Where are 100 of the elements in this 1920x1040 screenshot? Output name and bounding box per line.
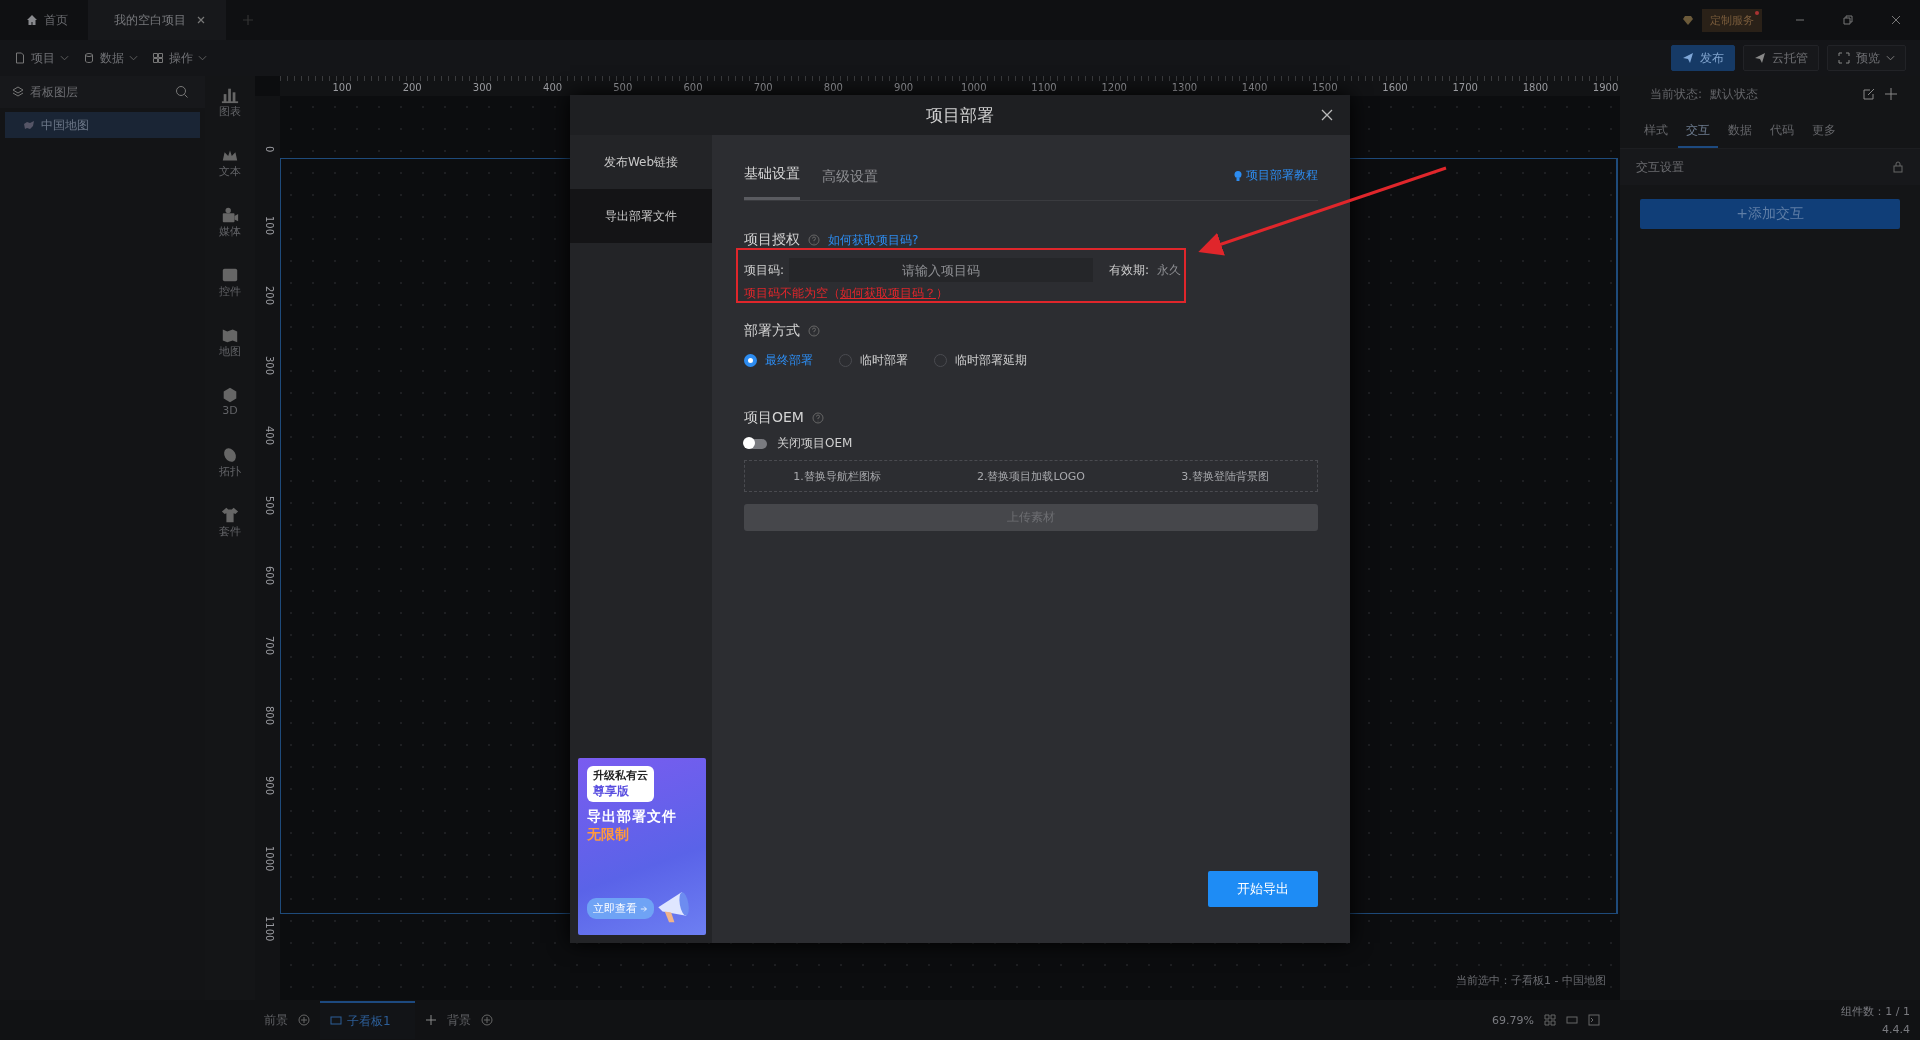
- send-icon: [1682, 52, 1694, 64]
- export-button[interactable]: 开始导出: [1208, 871, 1318, 907]
- close-icon[interactable]: [1890, 14, 1902, 26]
- radio-option[interactable]: 最终部署: [744, 352, 813, 369]
- radio-option[interactable]: 临时部署: [839, 352, 908, 369]
- cube-icon: [221, 386, 239, 404]
- ruler-label: 400: [543, 82, 563, 94]
- ruler-label: 1000: [961, 82, 987, 94]
- promo-highlight: 无限制: [587, 826, 630, 844]
- help-link[interactable]: 如何获取项目码?: [828, 231, 919, 249]
- promo-banner[interactable]: 升级私有云 尊享版 导出部署文件 无限制 立即查看: [578, 758, 706, 935]
- ruler-label: 900: [263, 776, 275, 796]
- ruler-label: 800: [823, 82, 843, 94]
- ruler-label: 200: [263, 286, 275, 306]
- monitor-icon: [330, 1015, 342, 1027]
- promo-text: 尊享版: [593, 783, 630, 800]
- dialog-tab[interactable]: 基础设置: [744, 165, 800, 200]
- component-button[interactable]: 套件: [219, 506, 241, 566]
- ruler-label: 100: [263, 216, 275, 236]
- caret-icon: [1886, 55, 1895, 61]
- menu-button[interactable]: 操作: [152, 49, 207, 67]
- nav-item[interactable]: 导出部署文件: [570, 189, 712, 243]
- ruler-label: 0: [263, 146, 275, 153]
- component-button[interactable]: 图表: [219, 86, 241, 146]
- section-label: 项目授权: [744, 231, 800, 249]
- component-button[interactable]: 地图: [219, 326, 241, 386]
- panel-tab[interactable]: 样式: [1636, 112, 1676, 148]
- search-icon[interactable]: [175, 85, 189, 99]
- ruler-label: 500: [613, 82, 633, 94]
- ruler-label: 100: [332, 82, 352, 94]
- ruler-label: 900: [894, 82, 914, 94]
- add-icon[interactable]: [298, 1014, 310, 1026]
- home-icon: [26, 14, 38, 26]
- section-label: 项目OEM: [744, 409, 804, 427]
- component-button[interactable]: 控件: [219, 266, 241, 326]
- ruler-label: 1500: [1312, 82, 1338, 94]
- toolbar-button[interactable]: 云托管: [1743, 45, 1819, 71]
- ruler-label: 1600: [1382, 82, 1408, 94]
- panel-tab[interactable]: 数据: [1720, 112, 1760, 148]
- switch-label: 关闭项目OEM: [777, 435, 853, 452]
- caret-icon: [60, 55, 69, 61]
- field-label: 有效期:: [1109, 261, 1151, 279]
- component-count: 组件数：1 / 1: [1841, 1004, 1910, 1019]
- state-value: 默认状态: [1710, 85, 1759, 103]
- toolbar-button[interactable]: 发布: [1671, 45, 1735, 71]
- tutorial-link[interactable]: 项目部署教程: [1232, 167, 1318, 200]
- caret-icon: [129, 55, 138, 61]
- lock-icon[interactable]: [1892, 161, 1904, 173]
- component-button[interactable]: 文本: [219, 146, 241, 206]
- layer-tab[interactable]: 前景: [264, 1011, 288, 1029]
- promo-text: 升级私有云: [593, 768, 648, 783]
- layer-tab[interactable]: 背景: [446, 1011, 471, 1029]
- database-icon: [83, 52, 95, 64]
- step-label: 3.替换登陆背景图: [1181, 468, 1269, 484]
- radio-button[interactable]: [839, 354, 852, 367]
- help-icon[interactable]: [811, 412, 824, 424]
- help-icon[interactable]: [808, 234, 820, 246]
- menu-button[interactable]: 项目: [14, 49, 69, 67]
- layer-item[interactable]: 中国地图: [5, 112, 200, 138]
- radio-button[interactable]: [744, 354, 757, 367]
- help-icon[interactable]: [808, 325, 820, 337]
- component-button[interactable]: 拓扑: [219, 446, 241, 506]
- add-tab-icon[interactable]: [242, 14, 254, 26]
- radio-option[interactable]: 临时部署延期: [934, 352, 1027, 369]
- project-code-field[interactable]: 请输入项目码: [789, 258, 1093, 282]
- ruler-label: 600: [263, 566, 275, 586]
- help-link[interactable]: 如何获取项目码？: [840, 285, 936, 302]
- arrow-icon: [640, 904, 648, 913]
- promo-link[interactable]: 立即查看: [587, 898, 654, 919]
- edit-icon[interactable]: [1862, 87, 1876, 101]
- close-icon[interactable]: [196, 15, 206, 25]
- terminal-icon[interactable]: [1588, 1014, 1600, 1026]
- error-message: ）: [936, 285, 948, 302]
- custom-service-button[interactable]: 定制服务: [1702, 8, 1762, 32]
- toolbar-button[interactable]: 预览: [1827, 45, 1906, 71]
- ruler-label: 1800: [1522, 82, 1549, 94]
- nav-item[interactable]: 发布Web链接: [570, 135, 712, 189]
- panel-tab[interactable]: 更多: [1804, 112, 1844, 148]
- add-interaction-button[interactable]: +添加交互: [1640, 199, 1900, 229]
- radio-button[interactable]: [934, 354, 947, 367]
- dialog-tab[interactable]: 高级设置: [822, 168, 878, 200]
- step-label: 2.替换项目加载LOGO: [976, 468, 1085, 484]
- fullscreen-icon: [1838, 52, 1850, 64]
- title-tab[interactable]: 首页: [0, 0, 88, 40]
- restore-icon[interactable]: [1842, 14, 1854, 26]
- close-icon[interactable]: [1320, 108, 1334, 122]
- title-tab[interactable]: 我的空白项目: [88, 0, 226, 40]
- menu-button[interactable]: 数据: [83, 49, 138, 67]
- plus-icon[interactable]: [424, 1014, 437, 1026]
- section-label: 部署方式: [744, 322, 800, 340]
- component-button[interactable]: 3D: [221, 386, 239, 446]
- keyboard-icon[interactable]: [1566, 1014, 1578, 1026]
- plus-icon[interactable]: [1884, 87, 1898, 101]
- ruler-label: 1100: [263, 916, 275, 942]
- fit-icon[interactable]: [1544, 1014, 1556, 1026]
- component-button[interactable]: 媒体: [219, 206, 241, 266]
- panel-tab[interactable]: 代码: [1762, 112, 1802, 148]
- ruler-label: 300: [472, 82, 492, 94]
- toggle-switch[interactable]: [744, 438, 767, 449]
- add-icon[interactable]: [480, 1014, 493, 1026]
